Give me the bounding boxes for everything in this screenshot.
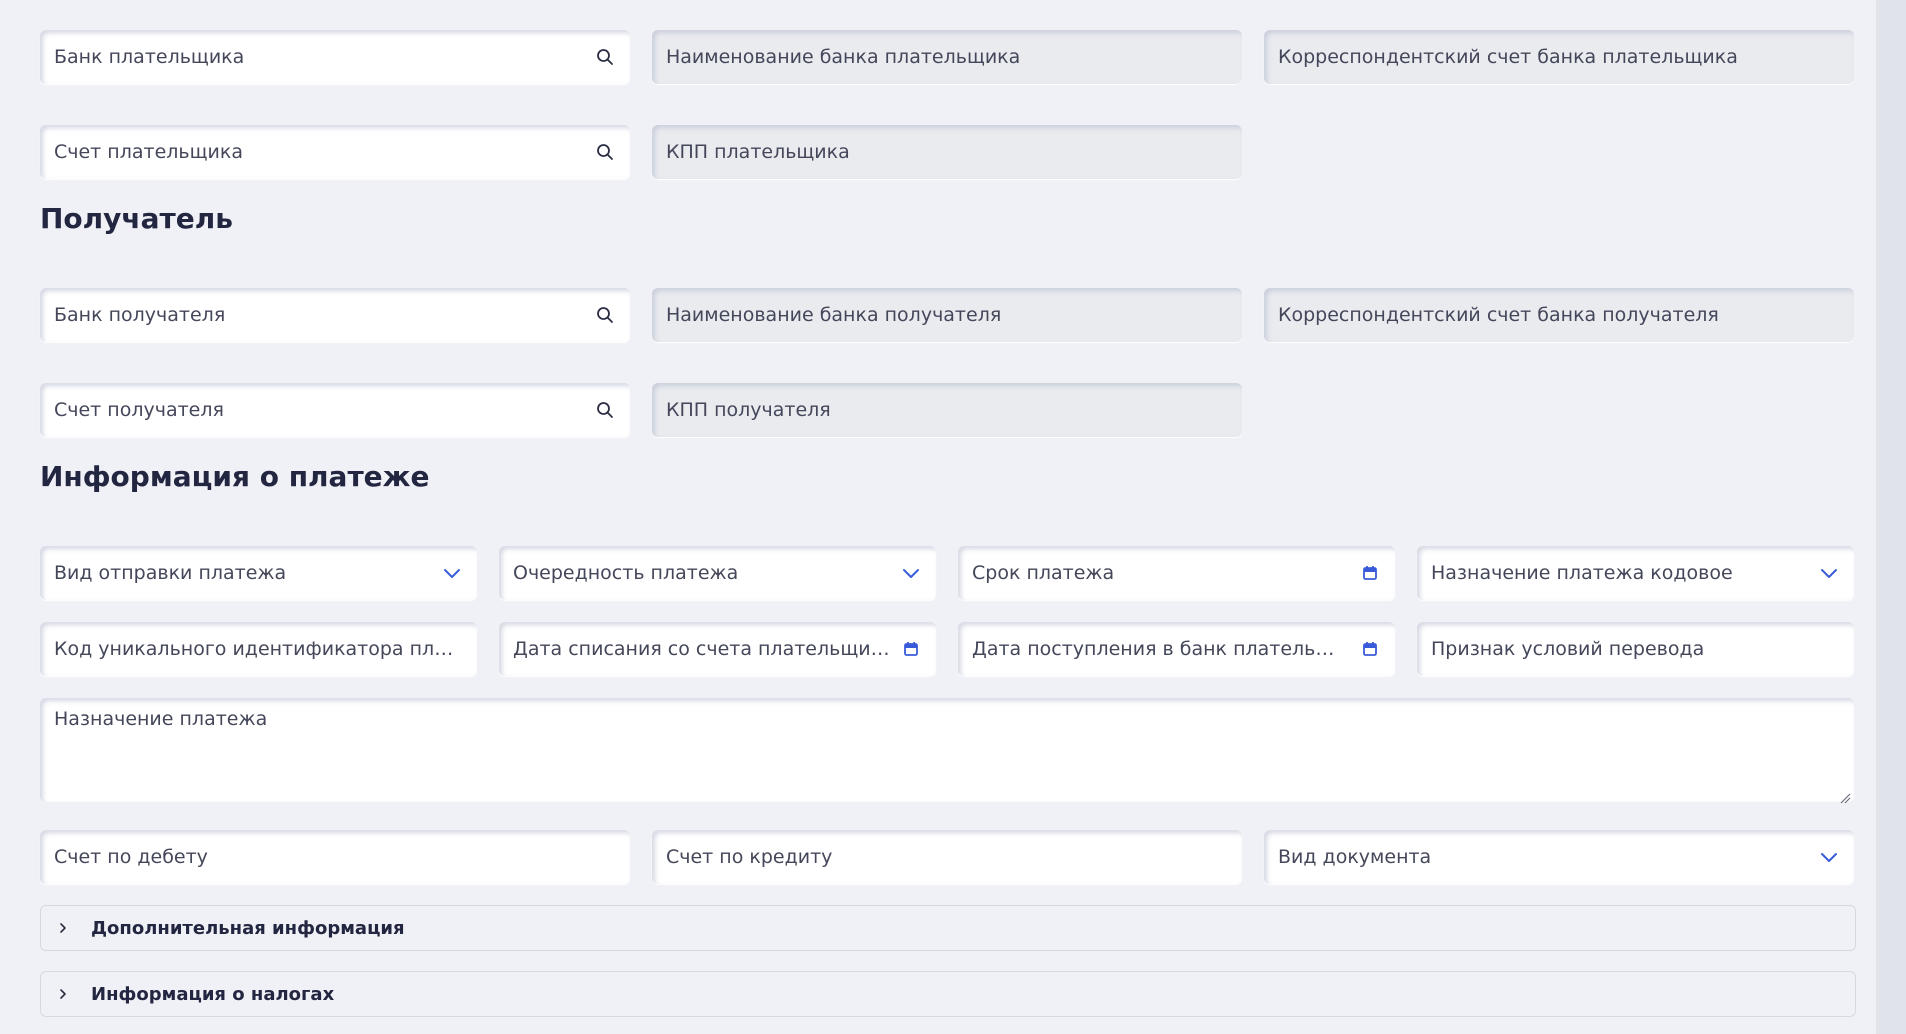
recipient-bank-name-placeholder: Наименование банка получателя [666,304,1002,326]
chevron-down-icon[interactable] [1818,846,1840,868]
page-edge [1876,0,1906,1034]
calendar-icon[interactable] [1359,562,1381,584]
due-date-placeholder: Срок платежа [972,562,1115,584]
credit-account-field[interactable]: Счет по кредиту [652,830,1242,884]
document-type-placeholder: Вид документа [1278,846,1432,868]
chevron-right-icon [59,988,71,1000]
search-icon[interactable] [594,141,616,163]
accordion-tax-info[interactable]: Информация о налогах [40,971,1856,1017]
calendar-icon[interactable] [900,638,922,660]
recipient-bank-placeholder: Банк получателя [54,304,226,326]
purpose-code-select[interactable]: Назначение платежа кодовое [1417,546,1854,600]
payment-purpose-textarea[interactable]: Назначение платежа [40,698,1854,804]
chevron-down-icon[interactable] [1818,562,1840,584]
receipt-date-placeholder: Дата поступления в банк плательщика [972,638,1351,660]
payment-info-section-title: Информация о платеже [40,460,430,493]
resize-grip-icon[interactable] [1839,787,1851,804]
payer-bank-name-field: Наименование банка плательщика [652,30,1242,84]
recipient-section-title: Получатель [40,202,233,235]
accordion-tax-info-label: Информация о налогах [91,983,335,1005]
debit-account-field[interactable]: Счет по дебету [40,830,630,884]
send-type-select[interactable]: Вид отправки платежа [40,546,477,600]
debit-date-field[interactable]: Дата списания со счета плательщика [499,622,936,676]
payer-account-placeholder: Счет плательщика [54,141,243,163]
debit-date-placeholder: Дата списания со счета плательщика [513,638,892,660]
recipient-account-field[interactable]: Счет получателя [40,383,630,437]
receipt-date-field[interactable]: Дата поступления в банк плательщика [958,622,1395,676]
recipient-corr-account-field: Корреспондентский счет банка получателя [1264,288,1854,342]
recipient-kpp-field: КПП получателя [652,383,1242,437]
recipient-account-placeholder: Счет получателя [54,399,224,421]
purpose-code-placeholder: Назначение платежа кодовое [1431,562,1733,584]
payer-corr-account-field: Корреспондентский счет банка плательщика [1264,30,1854,84]
payment-form: Банк плательщика Наименование банка плат… [0,0,1876,1034]
chevron-right-icon [59,922,71,934]
recipient-kpp-placeholder: КПП получателя [666,399,831,421]
payer-kpp-placeholder: КПП плательщика [666,141,850,163]
search-icon[interactable] [594,399,616,421]
payer-bank-placeholder: Банк плательщика [54,46,245,68]
transfer-terms-field[interactable]: Признак условий перевода [1417,622,1854,676]
payer-account-field[interactable]: Счет плательщика [40,125,630,179]
search-icon[interactable] [594,304,616,326]
priority-placeholder: Очередность платежа [513,562,739,584]
recipient-bank-name-field: Наименование банка получателя [652,288,1242,342]
search-icon[interactable] [594,46,616,68]
document-type-select[interactable]: Вид документа [1264,830,1854,884]
accordion-additional-info-label: Дополнительная информация [91,917,405,939]
payer-bank-name-placeholder: Наименование банка плательщика [666,46,1021,68]
payer-corr-account-placeholder: Корреспондентский счет банка плательщика [1278,46,1738,68]
payer-kpp-field: КПП плательщика [652,125,1242,179]
send-type-placeholder: Вид отправки платежа [54,562,287,584]
transfer-terms-placeholder: Признак условий перевода [1431,638,1705,660]
due-date-field[interactable]: Срок платежа [958,546,1395,600]
uid-code-field[interactable]: Код уникального идентификатора пла... [40,622,477,676]
recipient-bank-field[interactable]: Банк получателя [40,288,630,342]
payer-bank-field[interactable]: Банк плательщика [40,30,630,84]
chevron-down-icon[interactable] [900,562,922,584]
debit-account-placeholder: Счет по дебету [54,846,208,868]
accordion-additional-info[interactable]: Дополнительная информация [40,905,1856,951]
priority-select[interactable]: Очередность платежа [499,546,936,600]
calendar-icon[interactable] [1359,638,1381,660]
payment-purpose-placeholder: Назначение платежа [54,708,268,730]
recipient-corr-account-placeholder: Корреспондентский счет банка получателя [1278,304,1719,326]
uid-code-placeholder: Код уникального идентификатора пла... [54,638,463,660]
chevron-down-icon[interactable] [441,562,463,584]
credit-account-placeholder: Счет по кредиту [666,846,833,868]
